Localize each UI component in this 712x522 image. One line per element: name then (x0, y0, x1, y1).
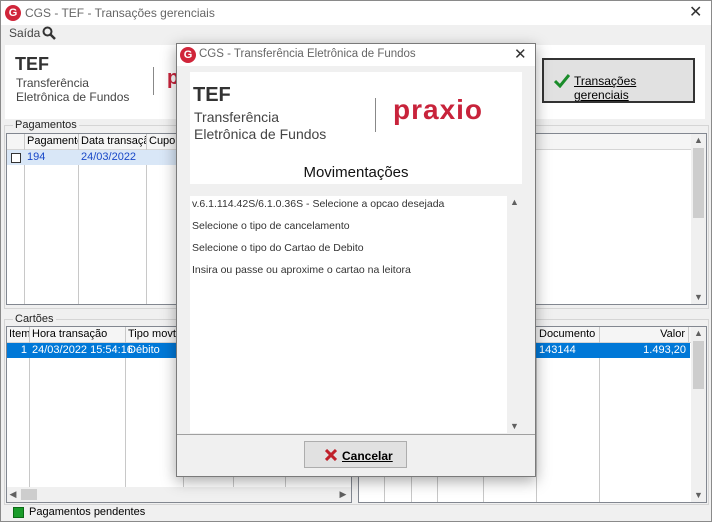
header-separator (153, 67, 154, 95)
dialog-divider (177, 434, 535, 435)
col-documento[interactable]: Documento (537, 327, 600, 342)
scroll-up-icon[interactable]: ▲ (691, 134, 706, 146)
x-cancel-icon (325, 449, 337, 461)
cancelar-label: Cancelar (342, 449, 393, 463)
cell-hora: 24/03/2022 15:54:16 (32, 344, 133, 356)
log-scrollbar[interactable]: ▲ ▼ (507, 196, 522, 433)
cell-pagamento: 194 (27, 151, 46, 163)
col-valor[interactable]: Valor (600, 327, 689, 342)
hscroll-thumb[interactable] (21, 489, 37, 500)
dialog-title-bar: G CGS - Transferência Eletrônica de Fund… (177, 44, 535, 66)
col-pagamento[interactable]: Pagamento (25, 134, 79, 149)
cell-valor: 1.493,20 (643, 344, 686, 356)
scroll-right-icon[interactable]: ▶ (337, 488, 349, 500)
scroll-left-icon[interactable]: ◀ (7, 488, 19, 500)
header-separator (375, 98, 376, 132)
window-title: CGS - TEF - Transações gerenciais (25, 6, 215, 20)
status-bar: Pagamentos pendentes (1, 504, 711, 521)
transacoes-gerenciais-button[interactable]: Transações gerenciais (542, 58, 695, 103)
checkbox-icon[interactable] (11, 153, 21, 163)
check-icon (554, 74, 570, 88)
cell-item: 1 (20, 344, 27, 356)
tef-line1: Transferência (194, 109, 280, 125)
cell-data: 24/03/2022 (81, 151, 137, 163)
search-icon[interactable] (42, 26, 56, 40)
table-row[interactable]: 194 24/03/2022 (7, 150, 185, 165)
title-bar: G CGS - TEF - Transações gerenciais ✕ (1, 1, 711, 25)
col-hora-transacao[interactable]: Hora transação (30, 327, 126, 342)
pagamentos-scrollbar[interactable]: ▲ ▼ (691, 134, 706, 304)
scroll-thumb[interactable] (693, 341, 704, 389)
scroll-thumb[interactable] (693, 148, 704, 218)
cartoes-label: Cartões (13, 313, 56, 325)
tef-line2: Eletrônica de Fundos (16, 90, 130, 104)
log-line: v.6.1.114.42S/6.1.0.36S - Selecione a op… (192, 198, 445, 210)
scroll-up-icon[interactable]: ▲ (691, 327, 706, 339)
cell-documento: 143144 (539, 344, 576, 356)
scroll-up-icon[interactable]: ▲ (507, 196, 522, 208)
scroll-down-icon[interactable]: ▼ (691, 291, 706, 303)
col-data-transacao[interactable]: Data transação (79, 134, 147, 149)
movimentacoes-heading: Movimentações (303, 164, 409, 181)
app-logo-icon: G (5, 5, 21, 21)
status-text: Pagamentos pendentes (29, 506, 146, 518)
cell-tipo: Débito (128, 344, 160, 356)
menu-saida[interactable]: Saída (9, 26, 40, 40)
pagamentos-label: Pagamentos (13, 119, 79, 131)
tef-line2: Eletrônica de Fundos (194, 126, 327, 142)
scroll-down-icon[interactable]: ▼ (507, 420, 522, 432)
transacoes-label: Transações gerenciais (574, 74, 637, 102)
cancelar-button[interactable]: Cancelar (304, 441, 407, 468)
cartoes-hscrollbar[interactable]: ◀ ▶ (7, 487, 351, 502)
close-icon[interactable]: ✕ (514, 47, 527, 63)
status-indicator-icon (13, 507, 24, 518)
log-line: Insira ou passe ou aproxime o cartao na … (192, 264, 411, 276)
log-line: Selecione o tipo do Cartao de Debito (192, 242, 364, 254)
tef-dialog: G CGS - Transferência Eletrônica de Fund… (176, 43, 536, 477)
log-line: Selecione o tipo de cancelamento (192, 220, 350, 232)
tef-title: TEF (193, 84, 231, 106)
cartoes-vscrollbar[interactable]: ▲ ▼ (691, 327, 706, 502)
brand-logo: praxio (393, 94, 484, 125)
tef-title: TEF (15, 54, 49, 74)
message-log: v.6.1.114.42S/6.1.0.36S - Selecione a op… (190, 196, 522, 433)
col-item[interactable]: Item (7, 327, 30, 342)
app-logo-icon: G (180, 47, 196, 63)
close-icon[interactable]: ✕ (689, 5, 702, 21)
dialog-title: CGS - Transferência Eletrônica de Fundos (199, 48, 416, 60)
tef-line1: Transferência (16, 76, 89, 90)
scroll-down-icon[interactable]: ▼ (691, 489, 706, 501)
